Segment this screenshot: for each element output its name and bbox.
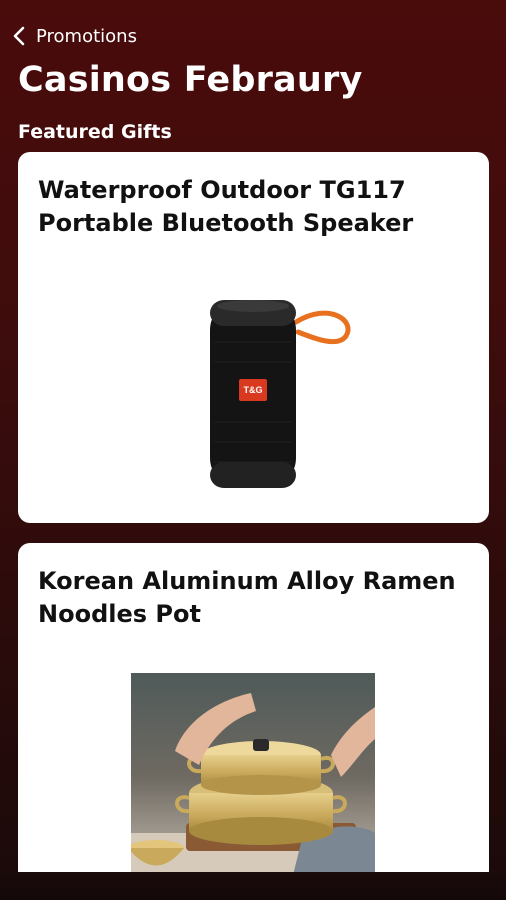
top-navigation: Promotions	[0, 18, 137, 54]
back-label: Promotions	[36, 25, 137, 47]
chevron-left-icon	[10, 26, 28, 46]
gift-title: Waterproof Outdoor TG117 Portable Blueto…	[38, 176, 414, 237]
gift-card-ramen-pot[interactable]: Korean Aluminum Alloy Ramen Noodles Pot	[18, 543, 489, 883]
gift-title: Korean Aluminum Alloy Ramen Noodles Pot	[38, 567, 456, 628]
back-button[interactable]: Promotions	[10, 26, 137, 47]
bottom-edge	[0, 872, 506, 900]
brand-badge: T&G	[239, 379, 267, 401]
speaker-image	[210, 300, 351, 488]
ramen-pot-image	[131, 673, 375, 883]
page-title: Casinos Febraury	[18, 60, 363, 100]
gift-card-speaker[interactable]: Waterproof Outdoor TG117 Portable Blueto…	[18, 152, 489, 523]
section-title: Featured Gifts	[18, 121, 172, 143]
